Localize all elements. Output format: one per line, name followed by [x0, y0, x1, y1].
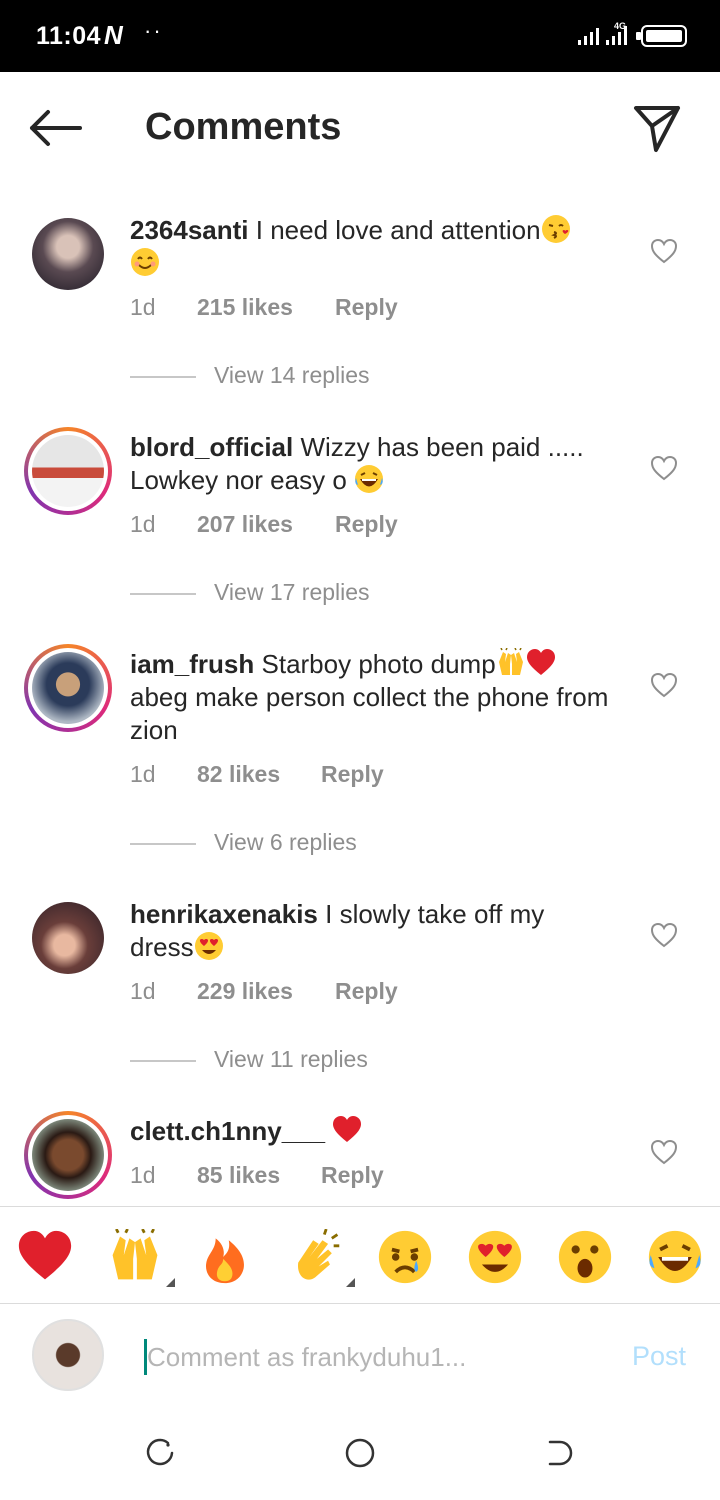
reply-button[interactable]: Reply — [335, 511, 398, 538]
like-heart-icon[interactable] — [650, 1139, 678, 1165]
comment-text: 2364santi I need love and attention — [130, 214, 610, 280]
avatar-story-ring[interactable] — [24, 1111, 112, 1199]
avatar[interactable] — [32, 902, 104, 974]
surprised-face-reaction-icon[interactable] — [557, 1229, 613, 1285]
comment-likes[interactable]: 215 likes — [197, 294, 293, 321]
back-nav-icon[interactable] — [542, 1435, 578, 1471]
heart-eyes-reaction-icon[interactable] — [467, 1229, 523, 1285]
comment-text: clett.ch1nny___ — [130, 1115, 610, 1148]
avatar — [32, 435, 104, 507]
heart-eyes-emoji — [194, 932, 223, 960]
recent-apps-icon[interactable] — [142, 1435, 178, 1471]
comment-likes[interactable]: 207 likes — [197, 511, 293, 538]
like-heart-icon[interactable] — [650, 238, 678, 264]
comment-age: 1d — [130, 1162, 156, 1188]
comment-content: Starboy photo dump — [261, 649, 496, 679]
clapping-hands-reaction-icon[interactable] — [287, 1228, 355, 1287]
comment-likes[interactable]: 82 likes — [197, 761, 280, 788]
laughing-tears-emoji — [354, 464, 385, 494]
system-nav-bar — [0, 1405, 720, 1500]
divider-line — [130, 843, 196, 845]
view-replies-label: View 6 replies — [214, 829, 357, 855]
status-bar: 11:04 N ·· 4G — [0, 0, 720, 72]
page-title: Comments — [145, 106, 342, 148]
comment-content: I need love and attention — [255, 215, 541, 245]
divider-line — [130, 1060, 196, 1062]
comment-meta: 1d 215 likes Reply — [130, 294, 430, 324]
red-heart-emoji — [333, 1116, 362, 1142]
reply-button[interactable]: Reply — [321, 1162, 384, 1189]
crying-face-reaction-icon[interactable] — [377, 1229, 433, 1285]
comment-text: henrikaxenakis I slowly take off my dres… — [130, 898, 610, 964]
view-replies-button[interactable]: View 11 replies — [130, 1046, 530, 1076]
fire-reaction-icon[interactable] — [197, 1229, 253, 1285]
view-replies-button[interactable]: View 17 replies — [130, 579, 530, 609]
comment-composer: Post — [0, 1305, 720, 1405]
post-button[interactable]: Post — [632, 1341, 686, 1372]
comment-text: blord_official Wizzy has been paid .....… — [130, 431, 610, 497]
smiling-face-emoji — [130, 247, 160, 277]
status-time: 11:04 — [36, 22, 102, 50]
header: Comments — [0, 72, 720, 182]
my-avatar — [32, 1319, 104, 1391]
quick-reaction-bar — [0, 1206, 720, 1304]
notification-dots-icon: ·· — [144, 18, 163, 43]
comment-username[interactable]: 2364santi — [130, 215, 249, 245]
view-replies-button[interactable]: View 6 replies — [130, 829, 530, 859]
view-replies-label: View 17 replies — [214, 579, 370, 605]
comment-age: 1d — [130, 978, 156, 1004]
comment-age: 1d — [130, 294, 156, 320]
share-send-icon[interactable] — [630, 102, 684, 156]
comment-input[interactable] — [144, 1339, 594, 1375]
divider-line — [130, 376, 196, 378]
view-replies-label: View 11 replies — [214, 1046, 368, 1072]
laughing-tears-reaction-icon[interactable] — [647, 1229, 703, 1285]
red-heart-emoji — [526, 649, 555, 675]
divider-line — [130, 593, 196, 595]
reply-button[interactable]: Reply — [321, 761, 384, 788]
comment-meta: 1d 82 likes Reply — [130, 761, 430, 791]
view-replies-button[interactable]: View 14 replies — [130, 362, 530, 392]
comment-meta: 1d 207 likes Reply — [130, 511, 430, 541]
view-replies-label: View 14 replies — [214, 362, 370, 388]
red-heart-reaction-icon[interactable] — [17, 1229, 73, 1285]
avatar[interactable] — [32, 218, 104, 290]
avatar-story-ring[interactable] — [24, 644, 112, 732]
avatar — [32, 1119, 104, 1191]
reply-button[interactable]: Reply — [335, 294, 398, 321]
comment-meta: 1d 229 likes Reply — [130, 978, 430, 1008]
comment-age: 1d — [130, 761, 156, 787]
avatar — [32, 652, 104, 724]
like-heart-icon[interactable] — [650, 922, 678, 948]
comment-meta: 1d 85 likes Reply — [130, 1162, 430, 1192]
back-arrow-icon[interactable] — [28, 106, 84, 150]
comment-username[interactable]: iam_frush — [130, 649, 254, 679]
reply-button[interactable]: Reply — [335, 978, 398, 1005]
home-icon[interactable] — [342, 1435, 378, 1471]
comment-text: iam_frush Starboy photo dump abeg make p… — [130, 648, 610, 747]
like-heart-icon[interactable] — [650, 672, 678, 698]
comment-age: 1d — [130, 511, 156, 537]
comment-likes[interactable]: 229 likes — [197, 978, 293, 1005]
comment-content-continued: abeg make person collect the phone from … — [130, 682, 609, 745]
kissing-face-emoji — [540, 214, 571, 244]
raising-hands-emoji — [497, 648, 524, 676]
comment-username[interactable]: clett.ch1nny___ — [130, 1116, 325, 1146]
comment-likes[interactable]: 85 likes — [197, 1162, 280, 1189]
signal-battery-icon: 4G — [578, 21, 687, 47]
carrier-icon: N — [104, 20, 123, 50]
comment-username[interactable]: blord_official — [130, 432, 293, 462]
comment-username[interactable]: henrikaxenakis — [130, 899, 318, 929]
like-heart-icon[interactable] — [650, 455, 678, 481]
avatar-story-ring[interactable] — [24, 427, 112, 515]
raising-hands-reaction-icon[interactable] — [107, 1227, 175, 1287]
